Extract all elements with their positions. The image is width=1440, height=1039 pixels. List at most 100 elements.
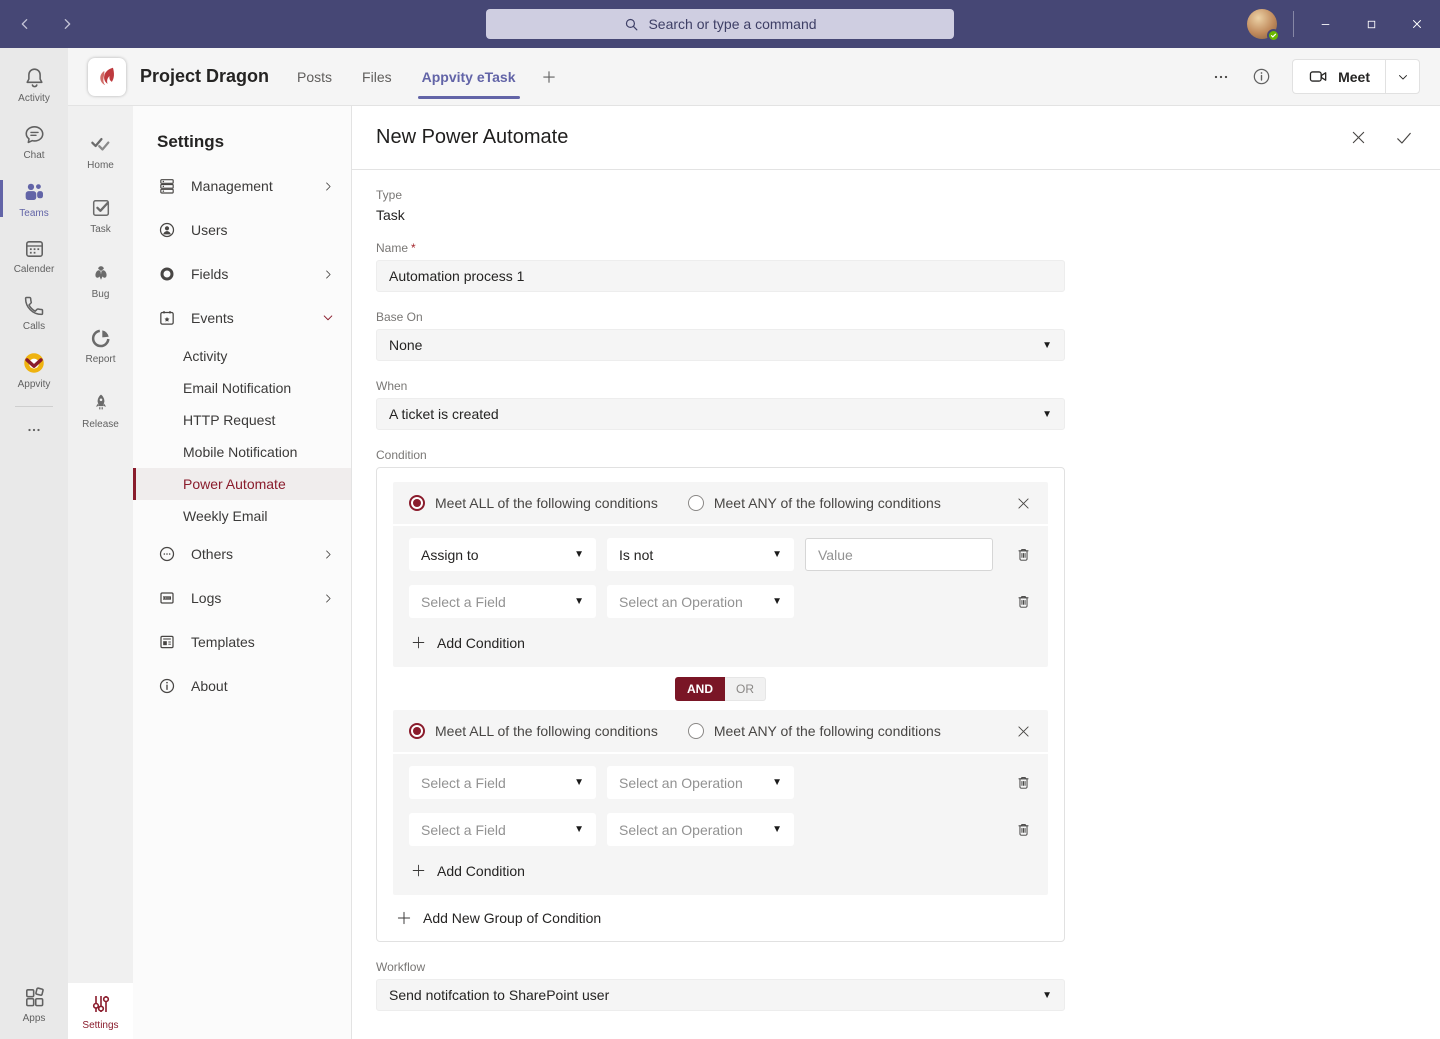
tab-posts[interactable]: Posts (297, 48, 332, 106)
teams-people-icon (21, 179, 47, 205)
search-input[interactable]: Search or type a command (486, 9, 954, 39)
plus-icon (410, 634, 427, 651)
save-check-icon[interactable] (1394, 128, 1414, 148)
meet-all-label: Meet ALL of the following conditions (435, 495, 658, 511)
field-select[interactable]: Select a Field ▼ (409, 766, 596, 799)
add-condition-button[interactable]: Add Condition (409, 632, 1032, 655)
delete-row-trash-icon[interactable] (1015, 821, 1032, 838)
rail-label: Chat (23, 150, 44, 161)
meet-dropdown-button[interactable] (1386, 60, 1419, 93)
operation-value: Is not (619, 547, 653, 563)
add-tab-button[interactable] (540, 68, 558, 86)
add-condition-label: Add Condition (437, 863, 525, 879)
sidebar-item-http-request[interactable]: HTTP Request (133, 404, 351, 436)
meet-any-radio[interactable] (688, 495, 704, 511)
cancel-icon[interactable] (1349, 128, 1368, 147)
base-on-value: None (389, 337, 422, 353)
rail-item-teams[interactable]: Teams (0, 170, 68, 227)
remove-group-icon[interactable] (1015, 495, 1032, 512)
field-placeholder: Select a Field (421, 822, 506, 838)
operation-select[interactable]: Select an Operation ▼ (607, 585, 794, 618)
sidebar-item-mobile-notification[interactable]: Mobile Notification (133, 436, 351, 468)
name-input[interactable] (376, 260, 1065, 292)
module-label: Settings (82, 1020, 118, 1031)
workflow-dropdown[interactable]: Send notifcation to SharePoint user ▼ (376, 979, 1065, 1011)
value-input[interactable] (805, 538, 993, 571)
module-report[interactable]: Report (68, 313, 133, 378)
remove-group-icon[interactable] (1015, 723, 1032, 740)
sidebar-item-events[interactable]: Events (133, 296, 351, 340)
sidebar-item-users[interactable]: Users (133, 208, 351, 252)
operation-select[interactable]: Select an Operation ▼ (607, 813, 794, 846)
pie-chart-icon (89, 326, 113, 350)
delete-row-trash-icon[interactable] (1015, 593, 1032, 610)
teams-window: Search or type a command Project Dr (0, 0, 1440, 1039)
module-release[interactable]: Release (68, 378, 133, 443)
rail-item-activity[interactable]: Activity (0, 56, 68, 113)
caret-down-icon: ▼ (772, 596, 782, 607)
sidebar-item-others[interactable]: Others (133, 532, 351, 576)
minimize-button[interactable] (1302, 0, 1348, 48)
sidebar-item-email-notification[interactable]: Email Notification (133, 372, 351, 404)
sidebar-item-logs[interactable]: Logs (133, 576, 351, 620)
rail-item-calendar[interactable]: Calender (0, 227, 68, 284)
operation-select[interactable]: Select an Operation ▼ (607, 766, 794, 799)
close-window-button[interactable] (1394, 0, 1440, 48)
rail-label: Apps (23, 1013, 46, 1024)
module-bug[interactable]: Bug (68, 248, 133, 313)
field-placeholder: Select a Field (421, 594, 506, 610)
tab-appvity-etask[interactable]: Appvity eTask (422, 48, 516, 106)
module-task[interactable]: Task (68, 183, 133, 248)
operation-select[interactable]: Is not ▼ (607, 538, 794, 571)
sidebar-item-management[interactable]: Management (133, 164, 351, 208)
caret-down-icon: ▼ (772, 549, 782, 560)
forward-button[interactable] (54, 11, 80, 37)
delete-row-trash-icon[interactable] (1015, 774, 1032, 791)
module-home[interactable]: Home (68, 118, 133, 183)
when-dropdown[interactable]: A ticket is created ▼ (376, 398, 1065, 430)
workflow-label: Workflow (376, 960, 1440, 974)
meet-all-radio[interactable] (409, 495, 425, 511)
meet-any-radio[interactable] (688, 723, 704, 739)
more-options-icon[interactable] (1211, 67, 1231, 87)
meet-label: Meet (1338, 69, 1370, 85)
back-button[interactable] (12, 11, 38, 37)
type-value: Task (376, 207, 1440, 223)
field-select[interactable]: Select a Field ▼ (409, 585, 596, 618)
field-select[interactable]: Select a Field ▼ (409, 813, 596, 846)
rail-more-apps-icon[interactable] (0, 415, 68, 445)
add-condition-button[interactable]: Add Condition (409, 860, 1032, 883)
about-info-icon (157, 676, 179, 696)
meet-button[interactable]: Meet (1293, 60, 1386, 93)
chevron-right-icon (322, 548, 335, 561)
status-available-icon (1267, 29, 1280, 42)
module-label: Home (87, 160, 114, 171)
field-select[interactable]: Assign to ▼ (409, 538, 596, 571)
when-label: When (376, 379, 1440, 393)
add-group-button[interactable]: Add New Group of Condition (393, 909, 1048, 927)
rail-item-apps[interactable]: Apps (0, 976, 68, 1033)
sidebar-item-about[interactable]: About (133, 664, 351, 708)
meet-all-radio[interactable] (409, 723, 425, 739)
sidebar-item-templates[interactable]: Templates (133, 620, 351, 664)
rail-item-calls[interactable]: Calls (0, 284, 68, 341)
search-placeholder: Search or type a command (648, 16, 816, 32)
sidebar-item-weekly-email[interactable]: Weekly Email (133, 500, 351, 532)
sidebar-item-fields[interactable]: Fields (133, 252, 351, 296)
rail-item-appvity[interactable]: Appvity (0, 341, 68, 398)
info-icon[interactable] (1251, 66, 1272, 87)
module-settings[interactable]: Settings (68, 983, 133, 1039)
sidebar-item-power-automate[interactable]: Power Automate (133, 468, 351, 500)
base-on-dropdown[interactable]: None ▼ (376, 329, 1065, 361)
avatar[interactable] (1247, 9, 1277, 39)
add-group-label: Add New Group of Condition (423, 910, 601, 926)
maximize-button[interactable] (1348, 0, 1394, 48)
sidebar-item-events-activity[interactable]: Activity (133, 340, 351, 372)
base-on-label: Base On (376, 310, 1440, 324)
rail-item-chat[interactable]: Chat (0, 113, 68, 170)
and-toggle[interactable]: AND (675, 677, 725, 701)
or-toggle[interactable]: OR (725, 677, 766, 701)
delete-row-trash-icon[interactable] (1015, 546, 1032, 563)
tab-files[interactable]: Files (362, 48, 392, 106)
operation-placeholder: Select an Operation (619, 594, 743, 610)
